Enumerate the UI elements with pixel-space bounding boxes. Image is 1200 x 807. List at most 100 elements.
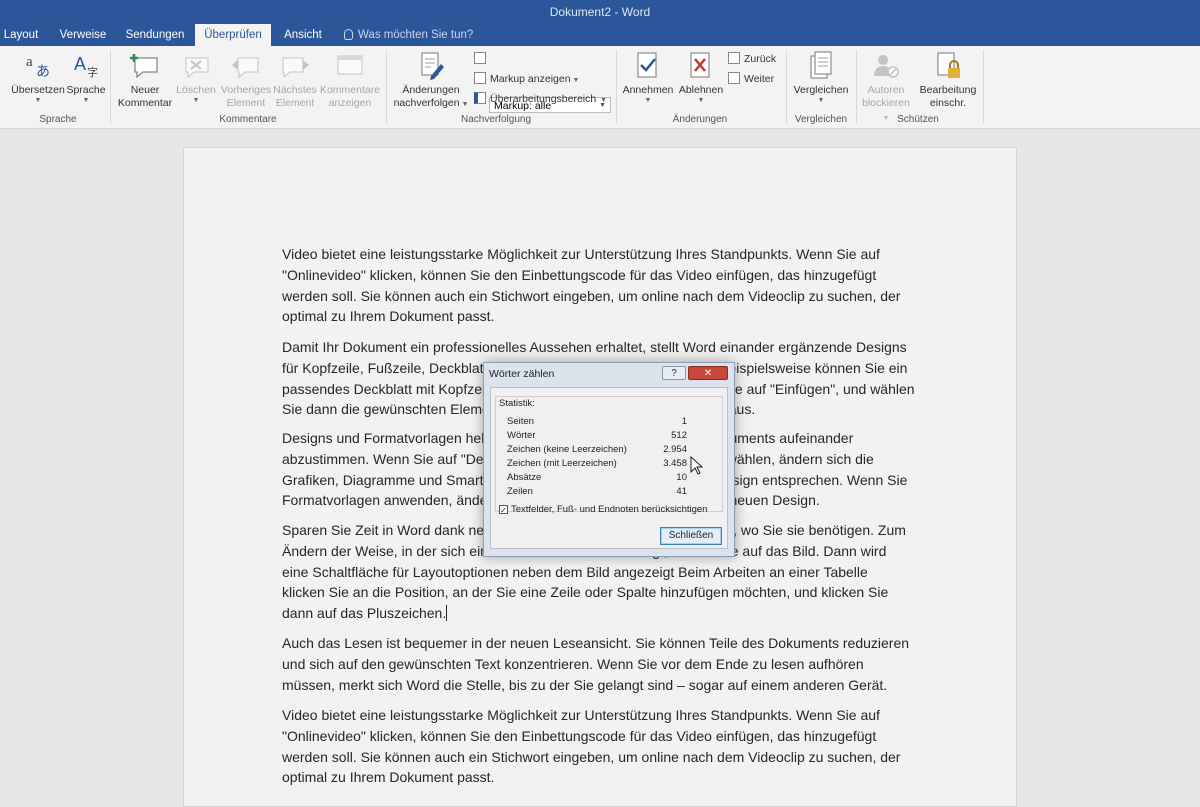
- text-line: werden soll. Sie können auch ein Stichwo…: [282, 287, 901, 304]
- sprache-button[interactable]: A字 Sprache ▼: [64, 50, 108, 105]
- paragraph-6[interactable]: Video bietet eine leistungsstarke Möglic…: [282, 705, 922, 788]
- lightbulb-icon: [344, 29, 353, 40]
- naechstes-label-2: Element: [275, 97, 315, 109]
- ablehnen-label: Ablehnen: [678, 84, 724, 96]
- tab-layout[interactable]: Layout: [0, 24, 42, 46]
- naechstes-element-button[interactable]: Nächstes Element: [272, 50, 318, 110]
- bearbeitung-einschraenken-button[interactable]: Bearbeitung einschr.: [916, 50, 980, 110]
- next-change-icon: [728, 72, 740, 84]
- ablehnen-button[interactable]: Ablehnen ▼: [676, 50, 726, 105]
- uebersetzen-label: Übersetzen: [11, 84, 65, 96]
- reject-change-icon: [690, 52, 710, 78]
- include-footnotes-checkbox[interactable]: ✓ Textfelder, Fuß- und Endnoten berücksic…: [499, 504, 707, 515]
- stat-label: Absätze: [507, 472, 542, 483]
- ribbon-tabs: Layout Verweise Sendungen Überprüfen Ans…: [0, 24, 1200, 46]
- tell-me-placeholder: Was möchten Sie tun?: [358, 29, 474, 41]
- text-line: dann auf das Pluszeichen.: [282, 605, 447, 622]
- ribbon: aあ Übersetzen ▼ A字 Sprache ▼ Sprache Neuer…: [0, 46, 1200, 170]
- close-icon[interactable]: ✕: [688, 366, 728, 380]
- text-line: Video bietet eine leistungsstarke Möglic…: [282, 246, 880, 262]
- reviewing-pane-icon: [474, 92, 486, 104]
- stat-label: Zeichen (keine Leerzeichen): [507, 444, 627, 455]
- stat-value: 3.458: [663, 458, 687, 469]
- group-separator: [856, 50, 857, 124]
- schliessen-button[interactable]: Schließen: [660, 527, 722, 545]
- text-line-with-caret: dann auf das Pluszeichen.: [282, 603, 922, 624]
- neuer-label-2: Kommentar: [117, 97, 173, 109]
- dialog-title: Wörter zählen: [489, 368, 555, 380]
- text-line: und sich auf den gewünschten Text konzen…: [282, 655, 864, 672]
- text-line: klicken Sie an die Position, an der Sie …: [282, 584, 889, 601]
- text-line: werden soll. Sie können auch ein Stichwo…: [282, 748, 901, 765]
- aenderungen-nachverfolgen-button[interactable]: Änderungen nachverfolgen ▼: [392, 50, 470, 111]
- sprache-label: Sprache: [66, 84, 106, 96]
- chevron-down-icon: ▼: [817, 97, 825, 104]
- stat-row-seiten: Seiten 1: [507, 415, 687, 429]
- tell-me-box[interactable]: Was möchten Sie tun?: [344, 24, 473, 46]
- anzeigen-label-2: anzeigen: [328, 97, 372, 109]
- neuer-label-1: Neuer: [130, 84, 160, 96]
- autoren-label-1: Autoren: [867, 84, 905, 96]
- tab-sendungen[interactable]: Sendungen: [120, 24, 190, 46]
- chevron-down-icon: ▼: [644, 97, 652, 104]
- loeschen-button[interactable]: Löschen ▼: [176, 50, 216, 105]
- aenderungen-label-2: nachverfolgen: [393, 97, 460, 109]
- group-label-vergleichen: Vergleichen: [794, 114, 848, 125]
- show-comments-icon: [337, 55, 363, 75]
- vorheriges-label-2: Element: [226, 97, 266, 109]
- stat-label: Zeilen: [507, 486, 533, 497]
- delete-comment-icon: [185, 57, 209, 79]
- stat-row-zeilen: Zeilen 41: [507, 485, 687, 499]
- paragraph-5[interactable]: Auch das Lesen ist bequemer in der neuen…: [282, 633, 922, 695]
- stat-row-zeichen-mit: Zeichen (mit Leerzeichen) 3.458: [507, 457, 687, 471]
- zurueck-label: Zurück: [744, 53, 777, 65]
- vergleichen-button[interactable]: Vergleichen ▼: [790, 50, 852, 105]
- tab-ueberpruefen[interactable]: Überprüfen: [195, 24, 271, 46]
- annehmen-button[interactable]: Annehmen ▼: [620, 50, 676, 105]
- text-line: Video bietet eine leistungsstarke Möglic…: [282, 707, 880, 723]
- restrict-editing-icon: [937, 52, 960, 78]
- translate-icon: aあ: [26, 54, 50, 79]
- group-separator: [983, 50, 984, 124]
- group-separator: [110, 50, 111, 124]
- checkmark-icon: ✓: [499, 505, 508, 515]
- window-title: Dokument2 - Word: [0, 0, 1200, 24]
- zurueck-button[interactable]: Zurück: [728, 50, 776, 68]
- markup-combo-row: [474, 50, 490, 68]
- previous-change-icon: [728, 52, 740, 64]
- weiter-button[interactable]: Weiter: [728, 70, 774, 88]
- tab-verweise[interactable]: Verweise: [54, 24, 112, 46]
- uebersetzen-button[interactable]: aあ Übersetzen ▼: [8, 50, 68, 105]
- checkbox-label: Textfelder, Fuß- und Endnoten berücksich…: [511, 504, 708, 515]
- tab-ansicht[interactable]: Ansicht: [276, 24, 330, 46]
- anzeigen-label-1: Kommentare: [319, 84, 381, 96]
- ueberarbeitungsbereich-button[interactable]: Überarbeitungsbereich ▼: [474, 90, 607, 108]
- previous-comment-icon: [232, 57, 259, 79]
- svg-text:字: 字: [87, 65, 98, 79]
- svg-text:a: a: [26, 54, 33, 70]
- stat-label: Seiten: [507, 416, 534, 427]
- help-button[interactable]: ?: [662, 366, 686, 380]
- group-label-schuetzen: Schützen: [897, 114, 939, 125]
- neuer-kommentar-button[interactable]: Neuer Kommentar: [114, 50, 176, 110]
- paragraph-1[interactable]: Video bietet eine leistungsstarke Möglic…: [282, 244, 922, 327]
- chevron-down-icon: ▼: [192, 97, 200, 104]
- naechstes-label-1: Nächstes: [273, 84, 317, 96]
- markup-anzeigen-button[interactable]: Markup anzeigen ▼: [474, 70, 579, 88]
- stat-value: 512: [671, 430, 687, 441]
- stat-value: 41: [676, 486, 687, 497]
- chevron-down-icon: ▼: [82, 97, 90, 104]
- show-markup-icon: [474, 72, 486, 84]
- kommentare-anzeigen-button[interactable]: Kommentare anzeigen: [318, 50, 382, 110]
- next-comment-icon: [282, 57, 309, 79]
- annehmen-label: Annehmen: [622, 84, 674, 96]
- track-changes-icon: [421, 52, 444, 80]
- group-label-aenderungen: Änderungen: [672, 114, 728, 125]
- stat-value: 10: [676, 472, 687, 483]
- chevron-down-icon: ▼: [34, 97, 42, 104]
- stat-label: Zeichen (mit Leerzeichen): [507, 458, 617, 469]
- vorheriges-element-button[interactable]: Vorheriges Element: [220, 50, 272, 110]
- stat-value: 2.954: [663, 444, 687, 455]
- group-label-kommentare: Kommentare: [219, 114, 277, 125]
- text-line: optimal zu Ihrem Dokument passt.: [282, 769, 495, 786]
